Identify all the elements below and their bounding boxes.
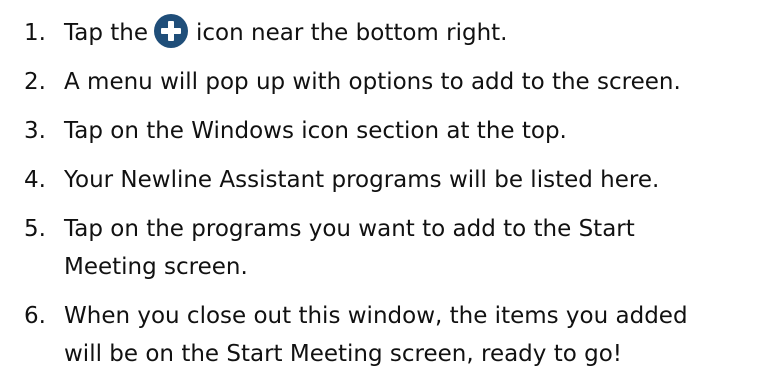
step-text-line-1: Tap on the programs you want to add to t… (64, 216, 635, 242)
step-number: 4. (24, 167, 46, 193)
plus-circle-icon (154, 13, 188, 48)
step-number: 6. (24, 303, 46, 329)
step-text: A menu will pop up with options to add t… (64, 69, 681, 95)
step-text-after-icon: icon near the bottom right. (196, 20, 508, 46)
step-number: 5. (24, 216, 46, 242)
instruction-list: 1. Tap the icon near the bottom right. 2.… (0, 0, 777, 385)
step-text-line-2: will be on the Start Meeting screen, rea… (64, 341, 622, 367)
step-number: 1. (24, 20, 46, 46)
step-number: 2. (24, 69, 46, 95)
step-text: Tap on the Windows icon section at the t… (64, 118, 567, 144)
step-number: 3. (24, 118, 46, 144)
step-text-line-1: When you close out this window, the item… (64, 303, 688, 329)
step-text: Tap the icon near the bottom right. (64, 13, 508, 52)
step-text-before-icon: Tap the (64, 20, 148, 46)
step-text-line-2: Meeting screen. (64, 254, 248, 280)
step-text: Your Newline Assistant programs will be … (64, 167, 660, 193)
